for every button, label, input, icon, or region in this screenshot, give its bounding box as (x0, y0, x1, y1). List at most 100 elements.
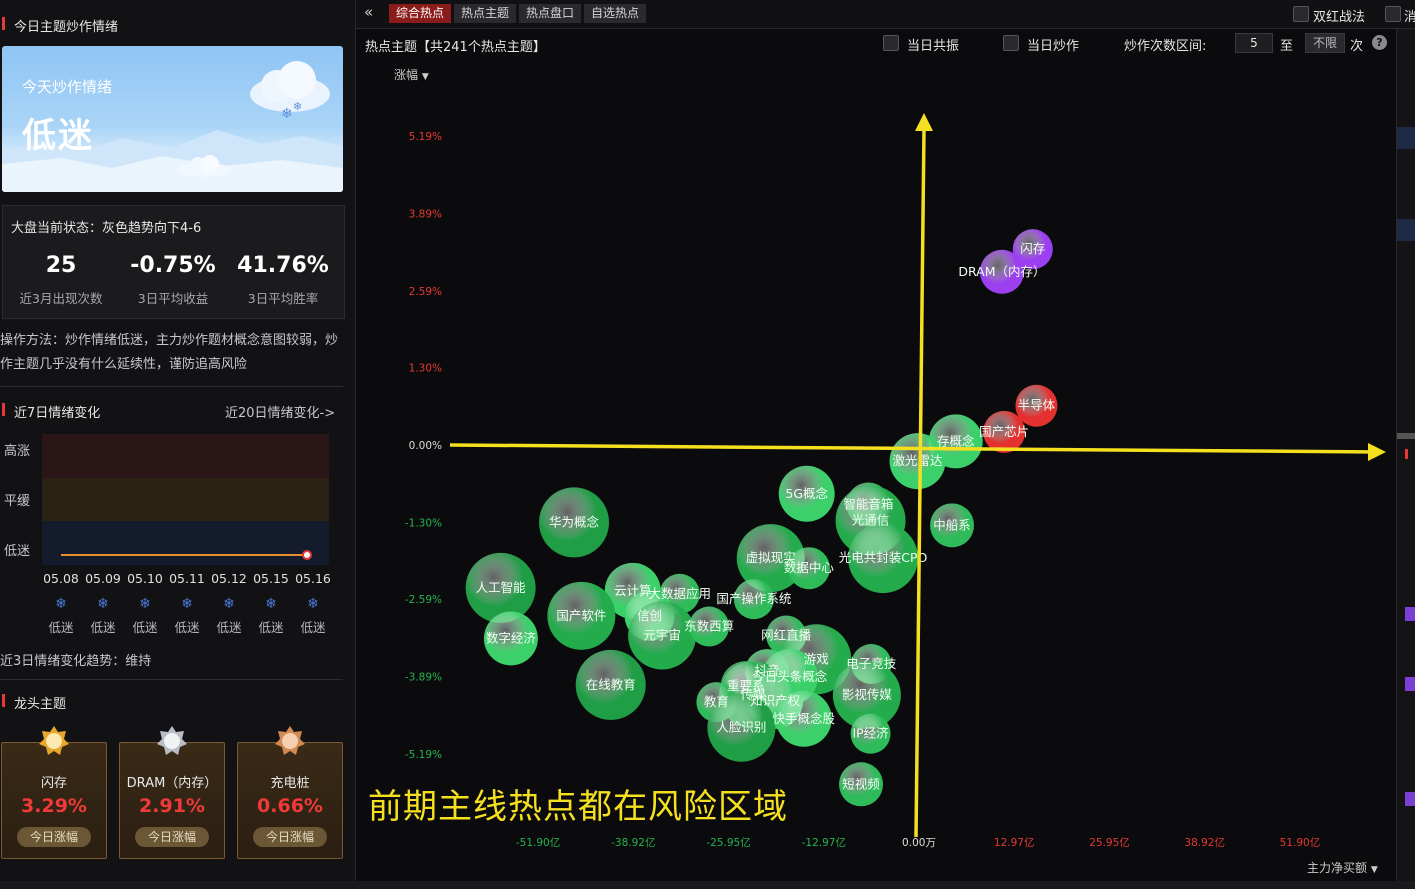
leader-name: 闪存 (40, 776, 67, 791)
trend-summary: 近3日情绪变化趋势：维持 (0, 654, 152, 669)
bubble-label: 华为概念 (549, 514, 600, 529)
leader-card-silver[interactable]: DRAM（内存） 2.91% 今日涨幅 (119, 726, 225, 859)
trend-date: 05.15 (253, 571, 289, 586)
bubble-label: 存概念 (937, 433, 975, 448)
trend-date: 05.16 (295, 571, 331, 586)
trend-20day-link[interactable]: 近20日情绪变化-> (225, 402, 335, 421)
trend-state: 低迷 (48, 620, 74, 635)
bubble-label: 半导体 (1018, 398, 1056, 413)
bubble-label: 国产芯片 (979, 424, 1029, 439)
trend-date: 05.12 (211, 571, 247, 586)
y-tick-label: 2.59% (409, 286, 442, 298)
snowflake-icon: ❄ (97, 596, 109, 612)
snow-cloud-icon: ❄ ❄ (250, 61, 330, 122)
small-cloud-icon (176, 155, 232, 177)
y-tick-label: 1.30% (409, 363, 442, 375)
market-status-box: 大盘当前状态：灰色趋势向下4-6 25 近3月出现次数 -0.75% 3日平均收… (2, 205, 345, 319)
tag-badge (1405, 677, 1415, 691)
trend-state: 低迷 (216, 620, 242, 635)
y-tick-label: -2.59% (405, 594, 442, 606)
bubble-label: 国产软件 (556, 608, 606, 623)
leader-pct: 2.91% (139, 795, 205, 817)
svg-text:❄: ❄ (293, 100, 302, 113)
bubble-label: 在线教育 (586, 677, 636, 692)
bronze-medal-icon (275, 726, 305, 755)
x-tick-label: -38.92亿 (611, 836, 655, 849)
panel-title: 今日主题炒作情绪 (14, 20, 119, 35)
bubble-label: 人脸识别 (716, 720, 766, 735)
tab-hot-handicap[interactable]: 热点盘口 (519, 4, 582, 23)
x-tick-label: 25.95亿 (1089, 836, 1130, 849)
x-tick-label: -12.97亿 (802, 836, 846, 849)
snowflake-icon: ❄ (307, 596, 319, 612)
band-label-flat: 平缓 (4, 494, 31, 509)
highlight-row (1397, 219, 1415, 241)
stat-winrate-value: 41.76% (237, 253, 329, 278)
top-tab-bar: « 综合热点 热点主题 热点盘口 自选热点 双红战法 消 (356, 0, 1415, 29)
trend-state: 低迷 (300, 620, 326, 635)
highlight-row (1397, 127, 1415, 149)
snowflake-icon: ❄ (223, 596, 235, 612)
band-label-low: 低迷 (4, 544, 31, 559)
y-tick-label: -3.89% (405, 672, 442, 684)
leader-gain-button[interactable]: 今日涨幅 (135, 827, 209, 847)
stat-return-value: -0.75% (130, 253, 216, 278)
x-tick-label: 38.92亿 (1184, 836, 1225, 849)
bubble-plot: 5.19% 3.89% 2.59% 1.30% 0.00% -1.30% -2.59% -3.… (405, 113, 1386, 849)
bubble-label: DRAM（内存） (958, 264, 1045, 279)
chevron-down-icon: ▼ (1370, 865, 1378, 875)
x-axis-selector[interactable]: 主力净买额 ▼ (1307, 859, 1378, 876)
leaders-title: 龙头主题 (14, 697, 67, 712)
mood-value: 低迷 (22, 116, 94, 156)
arrow-head-right (1368, 443, 1386, 461)
tab-comprehensive-hot[interactable]: 综合热点 (389, 4, 452, 23)
bubble-label: 云计算 (614, 583, 652, 598)
leader-gain-button[interactable]: 今日涨幅 (253, 827, 327, 847)
band-flat (42, 478, 329, 521)
bubble-label: 游戏 (804, 651, 829, 666)
bubble-label: 数字经济 (486, 630, 537, 645)
bubble-label: 影视传媒 (842, 687, 893, 702)
band-label-high: 高涨 (4, 444, 31, 459)
section-marker (2, 694, 5, 707)
scrollbar-thumb[interactable] (1397, 433, 1415, 439)
right-panel-strip (1396, 29, 1415, 881)
tag-badge (1405, 607, 1415, 621)
y-tick-label: -1.30% (405, 517, 442, 529)
bubble-label: 教育 (704, 694, 729, 709)
tab-custom-hot[interactable]: 自选热点 (584, 4, 647, 23)
section-marker (1405, 449, 1408, 459)
bubble-label: 网红直播 (761, 627, 812, 642)
y-tick-label: 0.00% (409, 440, 442, 452)
leader-card-bronze[interactable]: 充电桩 0.66% 今日涨幅 (237, 726, 343, 859)
leader-name: DRAM（内存） (126, 776, 218, 791)
mood-card: ❄ ❄ 今天炒作情绪 低迷 (2, 46, 343, 192)
leader-card-gold[interactable]: 闪存 3.29% 今日涨幅 (1, 726, 107, 859)
operation-advice: 操作方法：炒作情绪低迷，主力炒作题材概念意图较弱，炒作主题几乎没有什么延续性，谨… (0, 333, 339, 372)
collapse-chevron-icon[interactable]: « (364, 3, 373, 21)
left-panel: 今日主题炒作情绪 ❄ ❄ 今天炒作情绪 低迷 大盘当前状态：灰色趋势向下4-6 … (0, 0, 356, 889)
bubble-label: 短视频 (842, 776, 880, 791)
x-tick-label: 51.90亿 (1280, 836, 1321, 849)
bubble-label: 国产操作系统 (716, 591, 791, 606)
gold-medal-icon (39, 726, 69, 755)
bubble-label: 电子竞技 (846, 656, 897, 671)
arrow-head-up (915, 113, 933, 131)
section-marker (2, 403, 5, 416)
bubble-label: 数据中心 (784, 560, 835, 575)
tab-hot-theme[interactable]: 热点主题 (454, 4, 517, 23)
svg-text:❄: ❄ (281, 106, 293, 122)
trend-state: 低迷 (90, 620, 116, 635)
x-tick-label: 12.97亿 (994, 836, 1035, 849)
leader-pct: 3.29% (21, 795, 87, 817)
double-red-checkbox[interactable] (1293, 6, 1309, 22)
bubble-label: 5G概念 (785, 486, 828, 501)
stat-return-label: 3日平均收益 (137, 291, 209, 306)
bubble-label: 知识产权 (750, 693, 801, 708)
trend-latest-dot (302, 550, 312, 560)
extra-checkbox[interactable] (1385, 6, 1401, 22)
divider (0, 679, 343, 680)
leader-gain-button[interactable]: 今日涨幅 (17, 827, 91, 847)
bubble-label: IP经济 (852, 726, 889, 741)
silver-medal-icon (157, 726, 187, 755)
